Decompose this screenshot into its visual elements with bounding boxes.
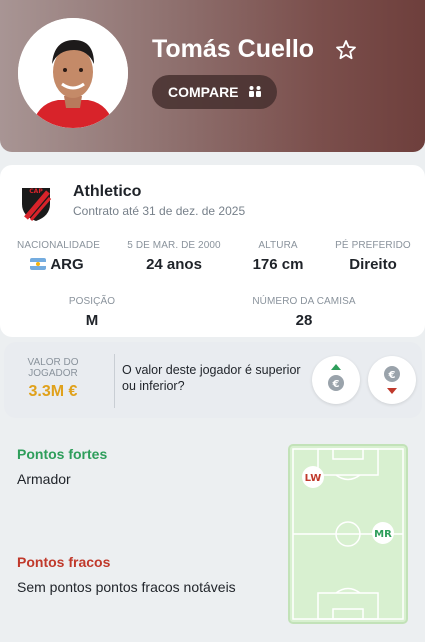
stat-preferred-foot: PÉ PREFERIDO Direito bbox=[334, 240, 412, 273]
position-label: MR bbox=[374, 529, 392, 540]
euro-arrow-up-icon: € bbox=[328, 364, 344, 391]
strength-item: Armador bbox=[17, 471, 71, 487]
stat-label: NÚMERO DA CAMISA bbox=[252, 296, 356, 307]
vote-lower-button[interactable]: € bbox=[368, 356, 416, 404]
svg-text:CAP: CAP bbox=[29, 188, 43, 195]
stat-value: ARG bbox=[50, 256, 84, 273]
attributes-card: Pontos fortes Armador Pontos fracos Sem … bbox=[0, 427, 425, 639]
stat-label: PÉ PREFERIDO bbox=[335, 240, 411, 251]
player-avatar bbox=[18, 18, 128, 128]
svg-text:€: € bbox=[332, 379, 340, 390]
argentina-flag-icon bbox=[30, 258, 47, 270]
market-value-card: VALOR DO JOGADOR 3.3M € O valor deste jo… bbox=[4, 342, 422, 418]
contract-info: Contrato até 31 de dez. de 2025 bbox=[73, 204, 246, 218]
strengths-title: Pontos fortes bbox=[17, 446, 108, 462]
compare-label: COMPARE bbox=[168, 84, 239, 100]
stat-label: NACIONALIDADE bbox=[17, 240, 100, 251]
star-icon[interactable] bbox=[334, 38, 358, 62]
svg-text:€: € bbox=[388, 370, 396, 381]
stat-value: 28 bbox=[295, 312, 313, 329]
market-value: 3.3M € bbox=[28, 383, 78, 400]
stat-value: M bbox=[85, 312, 99, 329]
value-question: O valor deste jogador é superior ou infe… bbox=[122, 363, 301, 393]
stat-nationality: NACIONALIDADE ARG bbox=[17, 240, 100, 273]
stat-height: ALTURA 176 cm bbox=[242, 240, 314, 273]
player-info-card: CAP Athletico Contrato até 31 de dez. de… bbox=[0, 165, 425, 337]
market-value-label: VALOR DO JOGADOR bbox=[27, 357, 79, 379]
stat-position: POSIÇÃO M bbox=[52, 296, 132, 329]
club-logo-icon[interactable]: CAP bbox=[18, 182, 54, 222]
position-marker-primary: LW bbox=[302, 466, 324, 488]
stat-label: 5 DE MAR. DE 2000 bbox=[127, 240, 221, 251]
stat-age: 5 DE MAR. DE 2000 24 anos bbox=[126, 240, 222, 273]
player-header: Tomás Cuello COMPARE bbox=[0, 0, 425, 152]
position-pitch: LW MR bbox=[288, 444, 408, 624]
stat-value: Direito bbox=[349, 256, 397, 273]
player-name: Tomás Cuello bbox=[152, 35, 315, 63]
weaknesses-title: Pontos fracos bbox=[17, 554, 111, 570]
divider bbox=[114, 354, 115, 408]
compare-button[interactable]: COMPARE bbox=[152, 75, 277, 109]
stat-label: ALTURA bbox=[258, 240, 298, 251]
position-label: LW bbox=[305, 473, 322, 484]
stat-label: POSIÇÃO bbox=[68, 296, 116, 307]
position-marker-secondary: MR bbox=[372, 522, 394, 544]
stat-shirt-number: NÚMERO DA CAMISA 28 bbox=[244, 296, 364, 329]
stat-value: 24 anos bbox=[146, 256, 202, 273]
euro-arrow-down-icon: € bbox=[384, 366, 400, 394]
club-name[interactable]: Athletico bbox=[73, 183, 141, 201]
compare-icon bbox=[248, 86, 261, 97]
vote-higher-button[interactable]: € bbox=[312, 356, 360, 404]
stat-value: 176 cm bbox=[252, 256, 304, 273]
weakness-item: Sem pontos pontos fracos notáveis bbox=[17, 579, 236, 595]
